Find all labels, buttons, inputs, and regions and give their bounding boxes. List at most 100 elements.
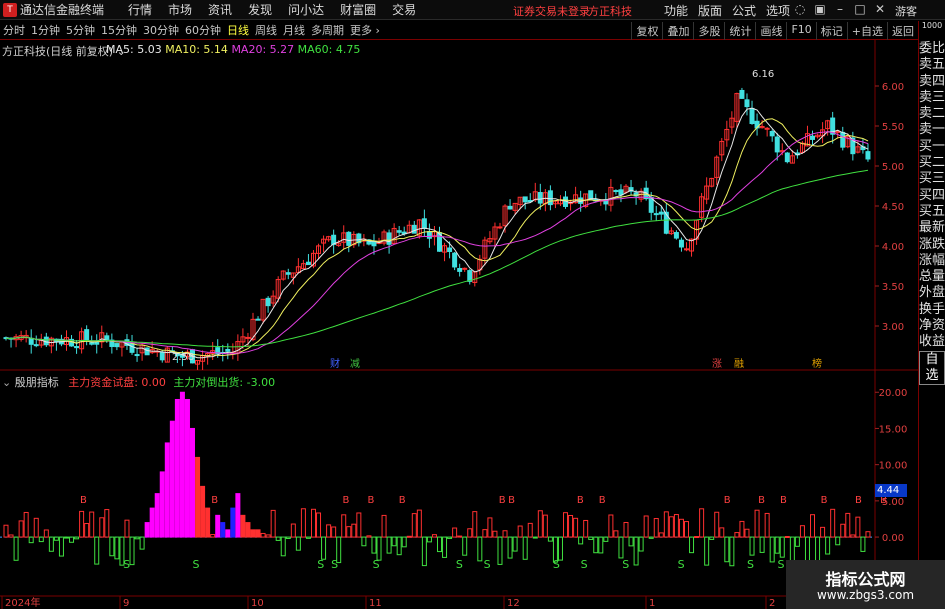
- indicator-bar: [749, 536, 755, 556]
- sell-mark: S: [747, 558, 754, 571]
- sidebar-item-12[interactable]: 涨跌: [919, 237, 945, 253]
- indicator-bar: [522, 536, 528, 560]
- candle-body: [265, 297, 271, 307]
- indicator-bar: [33, 517, 39, 538]
- sidebar-item-9[interactable]: 买四: [919, 188, 945, 204]
- ma5-label: MA5: 5.03: [106, 43, 162, 56]
- indicator-bar: [230, 507, 236, 538]
- indicator-bar: [784, 535, 790, 538]
- indicator-bar: [109, 536, 115, 557]
- sell-mark: S: [553, 558, 560, 571]
- candle-body: [447, 247, 453, 253]
- sidebar-item-4[interactable]: 卖二: [919, 106, 945, 122]
- ma-legend: MA5: 5.03 MA10: 5.14 MA20: 5.27 MA60: 4.…: [106, 43, 360, 56]
- candle-body: [673, 232, 679, 239]
- sidebar-item-14[interactable]: 总量: [919, 269, 945, 285]
- indicator-bar: [840, 523, 846, 538]
- indicator-bar: [351, 523, 357, 538]
- indicator-bar: [709, 536, 715, 540]
- indicator-bar: [835, 536, 841, 546]
- sub-y-tick-label: 15.00: [879, 424, 908, 435]
- candle-body: [613, 190, 619, 193]
- sidebar-item-7[interactable]: 买二: [919, 155, 945, 171]
- indicator-bar: [583, 519, 589, 538]
- sidebar-item-13[interactable]: 涨幅: [919, 253, 945, 269]
- candle-body: [386, 232, 392, 245]
- indicator-bar: [845, 512, 851, 538]
- x-tick-label: 2024年: [5, 596, 40, 609]
- indicator-bar: [603, 536, 609, 542]
- sidebar-item-2[interactable]: 卖四: [919, 74, 945, 90]
- indicator-bar: [79, 510, 85, 538]
- indicator-bar: [300, 508, 306, 538]
- sell-mark: S: [192, 558, 199, 571]
- indicator-bar: [557, 536, 563, 561]
- ma20-label: MA20: 5.27: [231, 43, 295, 56]
- indicator-bar: [673, 514, 679, 538]
- sidebar-item-8[interactable]: 买三: [919, 171, 945, 187]
- indicator-bar: [89, 511, 95, 538]
- chevron-down-icon[interactable]: ⌄: [2, 376, 11, 389]
- indicator-bar: [376, 536, 382, 561]
- indicator-bar: [391, 536, 397, 547]
- indicator-bar: [437, 536, 442, 553]
- indicator-bar: [774, 536, 780, 554]
- sidebar-item-5[interactable]: 卖一: [919, 122, 945, 138]
- indicator-bar: [124, 519, 130, 538]
- sidebar-item-19[interactable]: 自选: [919, 350, 945, 386]
- indicator-bar: [74, 536, 80, 540]
- indicator-bar: [638, 536, 644, 552]
- indicator-bar: [255, 529, 261, 538]
- indicator-bar: [794, 536, 800, 547]
- indicator-bar: [739, 520, 745, 538]
- buy-mark: B: [499, 495, 506, 506]
- candle-body: [683, 248, 689, 251]
- indicator-bar: [472, 511, 478, 538]
- sidebar-item-11[interactable]: 最新: [919, 220, 945, 236]
- indicator-bar: [396, 536, 402, 556]
- candle-body: [94, 341, 100, 345]
- indicator-bar: [260, 532, 266, 538]
- indicator-bar: [729, 536, 735, 567]
- candle-body: [744, 99, 750, 108]
- candle-body: [74, 346, 80, 349]
- sidebar-item-15[interactable]: 外盘: [919, 285, 945, 301]
- indicator-bar: [668, 516, 674, 538]
- quote-sidebar: 1000 委比 卖五 卖四 卖三 卖二 卖一 买一 买二 买三 买四 买五 最新 涨跌 涨幅 总量 外盘 换手净…: [918, 21, 945, 609]
- indicator-bar: [69, 536, 75, 543]
- indicator-bar: [99, 517, 105, 538]
- indicator-bar: [704, 536, 710, 566]
- sell-mark: S: [777, 558, 784, 571]
- sidebar-item-3[interactable]: 卖三: [919, 90, 945, 106]
- indicator-bar: [431, 534, 437, 538]
- indicator-bar: [38, 536, 44, 543]
- sub-y-axis: 20.00 15.00 10.00 5.00 0.00: [875, 388, 907, 544]
- indicator-bar: [487, 517, 493, 538]
- sidebar-item-10[interactable]: 买五: [919, 204, 945, 220]
- event-tag: 财: [330, 357, 340, 370]
- indicator-name[interactable]: 殷朋指标: [15, 376, 59, 389]
- indicator-bar: [663, 511, 669, 538]
- indicator-bar: [442, 536, 448, 558]
- indicator-bar: [200, 485, 206, 538]
- sidebar-item-18[interactable]: 收益: [919, 334, 945, 350]
- candle-body: [114, 343, 120, 348]
- sidebar-item-17[interactable]: 净资: [919, 318, 945, 334]
- sidebar-item-1[interactable]: 卖五: [919, 57, 945, 73]
- indicator-bar: [769, 536, 775, 563]
- sidebar-item-6[interactable]: 买一: [919, 139, 945, 155]
- indicator-bar: [860, 536, 866, 552]
- sidebar-list: 委比 卖五 卖四 卖三 卖二 卖一 买一 买二 买三 买四 买五 最新 涨跌 涨幅 总量 外盘 换手 净资 收益 自选: [919, 41, 945, 386]
- chart-canvas[interactable]: 6.162.58 6.005.505.004.504.003.503.00 BB…: [0, 0, 918, 609]
- sidebar-item-0[interactable]: 委比: [919, 41, 945, 57]
- indicator-bar: [195, 456, 201, 538]
- x-tick-label: 2: [769, 598, 775, 609]
- indicator-bar: [658, 532, 664, 538]
- indicator-bar: [270, 509, 276, 538]
- indicator-bar: [280, 536, 286, 557]
- indicator-bar: [547, 536, 553, 542]
- candle-body: [835, 130, 841, 133]
- indicator-bar: [421, 536, 427, 567]
- indicator-bar: [689, 536, 695, 554]
- sidebar-item-16[interactable]: 换手: [919, 302, 945, 318]
